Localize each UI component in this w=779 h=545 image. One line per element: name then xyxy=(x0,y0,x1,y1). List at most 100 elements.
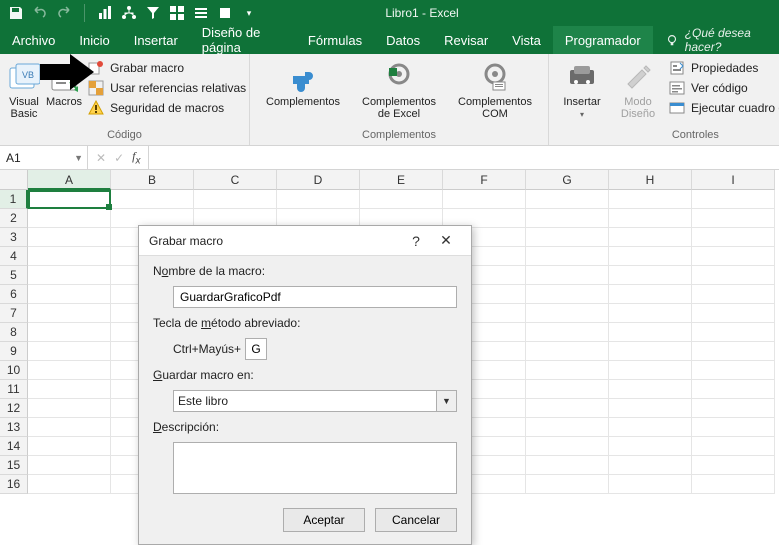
modo-diseno-button[interactable]: Modo Diseño xyxy=(613,58,663,120)
row-header-8[interactable]: 8 xyxy=(0,323,28,342)
dialog-titlebar[interactable]: Grabar macro ? ✕ xyxy=(139,226,471,256)
col-header-H[interactable]: H xyxy=(609,170,692,190)
row-header-15[interactable]: 15 xyxy=(0,456,28,475)
cell[interactable] xyxy=(28,399,111,418)
cell[interactable] xyxy=(609,266,692,285)
row-header-14[interactable]: 14 xyxy=(0,437,28,456)
row-header-9[interactable]: 9 xyxy=(0,342,28,361)
fx-icon[interactable]: fx xyxy=(132,149,140,166)
cell[interactable] xyxy=(526,209,609,228)
row-header-7[interactable]: 7 xyxy=(0,304,28,323)
cell[interactable] xyxy=(28,361,111,380)
cell[interactable] xyxy=(28,209,111,228)
redo-icon[interactable] xyxy=(56,5,72,21)
row-header-13[interactable]: 13 xyxy=(0,418,28,437)
row-headers[interactable]: 12345678910111213141516 xyxy=(0,190,28,494)
ejecutar-dialogo-button[interactable]: Ejecutar cuadro de diálogo xyxy=(669,100,779,116)
cell[interactable] xyxy=(692,380,775,399)
tab-formulas[interactable]: Fórmulas xyxy=(296,26,374,54)
dialog-close-button[interactable]: ✕ xyxy=(431,232,461,249)
cell[interactable] xyxy=(526,285,609,304)
cell[interactable] xyxy=(28,190,111,209)
cell[interactable] xyxy=(692,437,775,456)
chart-bar-icon[interactable] xyxy=(97,5,113,21)
complementos-excel-button[interactable]: Complementos de Excel xyxy=(354,58,444,120)
save-icon[interactable] xyxy=(8,5,24,21)
cell[interactable] xyxy=(609,342,692,361)
cell[interactable] xyxy=(28,456,111,475)
col-header-F[interactable]: F xyxy=(443,170,526,190)
cell[interactable] xyxy=(692,342,775,361)
dialog-help-button[interactable]: ? xyxy=(401,233,431,249)
cell[interactable] xyxy=(609,475,692,494)
cell[interactable] xyxy=(277,190,360,209)
cell[interactable] xyxy=(526,437,609,456)
cell[interactable] xyxy=(609,380,692,399)
row-header-4[interactable]: 4 xyxy=(0,247,28,266)
cell[interactable] xyxy=(609,304,692,323)
insertar-control-button[interactable]: Insertar ▾ xyxy=(557,58,607,119)
col-header-I[interactable]: I xyxy=(692,170,775,190)
cell[interactable] xyxy=(609,399,692,418)
formula-bar-input[interactable] xyxy=(149,146,779,169)
col-header-D[interactable]: D xyxy=(277,170,360,190)
qat-more-icon[interactable]: ▾ xyxy=(241,5,257,21)
cell[interactable] xyxy=(28,342,111,361)
cell[interactable] xyxy=(526,228,609,247)
cell[interactable] xyxy=(28,247,111,266)
cell[interactable] xyxy=(692,456,775,475)
aceptar-button[interactable]: Aceptar xyxy=(283,508,365,532)
col-header-B[interactable]: B xyxy=(111,170,194,190)
grabar-macro-button[interactable]: Grabar macro xyxy=(88,60,246,76)
cell[interactable] xyxy=(692,418,775,437)
cell[interactable] xyxy=(194,190,277,209)
col-header-E[interactable]: E xyxy=(360,170,443,190)
cell[interactable] xyxy=(692,190,775,209)
row-header-3[interactable]: 3 xyxy=(0,228,28,247)
name-box-dropdown-icon[interactable]: ▼ xyxy=(74,153,83,163)
cell[interactable] xyxy=(526,247,609,266)
cell[interactable] xyxy=(692,361,775,380)
cell[interactable] xyxy=(526,361,609,380)
cell[interactable] xyxy=(609,437,692,456)
cell[interactable] xyxy=(28,475,111,494)
row-header-10[interactable]: 10 xyxy=(0,361,28,380)
tab-archivo[interactable]: Archivo xyxy=(0,26,67,54)
cell[interactable] xyxy=(609,456,692,475)
cell[interactable] xyxy=(692,399,775,418)
col-header-C[interactable]: C xyxy=(194,170,277,190)
cell[interactable] xyxy=(526,418,609,437)
funnel-icon[interactable] xyxy=(145,5,161,21)
cell[interactable] xyxy=(526,380,609,399)
macros-button[interactable]: Macros xyxy=(46,58,82,108)
guardar-macro-select[interactable]: Este libro ▼ xyxy=(173,390,457,412)
cell[interactable] xyxy=(111,190,194,209)
cell[interactable] xyxy=(609,323,692,342)
tab-datos[interactable]: Datos xyxy=(374,26,432,54)
cell[interactable] xyxy=(28,437,111,456)
cell[interactable] xyxy=(692,304,775,323)
cell[interactable] xyxy=(609,418,692,437)
row-header-2[interactable]: 2 xyxy=(0,209,28,228)
list-icon[interactable] xyxy=(193,5,209,21)
row-header-6[interactable]: 6 xyxy=(0,285,28,304)
cell[interactable] xyxy=(28,228,111,247)
select-dropdown-icon[interactable]: ▼ xyxy=(436,391,456,411)
row-header-16[interactable]: 16 xyxy=(0,475,28,494)
cell[interactable] xyxy=(609,285,692,304)
cell[interactable] xyxy=(360,190,443,209)
cell[interactable] xyxy=(443,190,526,209)
shortcut-key-input[interactable] xyxy=(245,338,267,360)
column-headers[interactable]: ABCDEFGHI xyxy=(28,170,779,190)
cell[interactable] xyxy=(28,266,111,285)
cell[interactable] xyxy=(526,190,609,209)
descripcion-input[interactable] xyxy=(173,442,457,494)
name-box[interactable]: A1 ▼ xyxy=(0,146,88,169)
tab-diseno-pagina[interactable]: Diseño de página xyxy=(190,26,296,54)
treemap-icon[interactable] xyxy=(169,5,185,21)
cell[interactable] xyxy=(28,304,111,323)
cell[interactable] xyxy=(692,323,775,342)
cell[interactable] xyxy=(692,266,775,285)
cell[interactable] xyxy=(526,399,609,418)
cell[interactable] xyxy=(692,209,775,228)
